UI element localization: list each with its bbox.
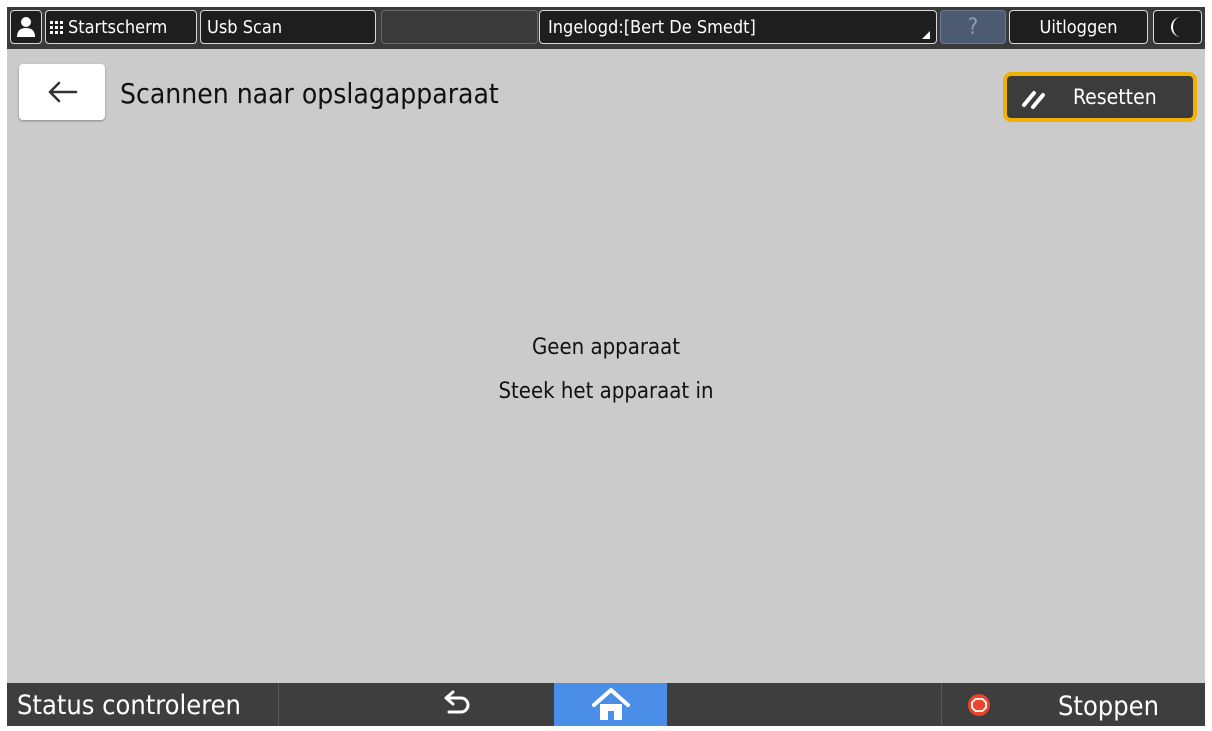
home-screen-button[interactable]: Startscherm (45, 10, 197, 44)
return-button[interactable] (437, 689, 477, 721)
back-arrow-icon (48, 81, 78, 103)
moon-icon (1170, 17, 1181, 37)
grid-icon (50, 20, 63, 34)
help-button[interactable]: ? (940, 10, 1006, 44)
insert-device-message: Steek het apparaat in (498, 379, 714, 404)
login-label: Ingelogd:[Bert De Smedt] (548, 16, 756, 38)
logout-button[interactable]: Uitloggen (1009, 10, 1148, 44)
bottom-bar: Status controleren Stoppen (7, 683, 1205, 726)
reset-icon (1022, 91, 1045, 109)
help-icon: ? (967, 14, 979, 40)
usb-scan-tab[interactable]: Usb Scan (200, 10, 376, 44)
logout-label: Uitloggen (1039, 16, 1118, 38)
usb-scan-label: Usb Scan (207, 16, 283, 38)
user-button[interactable] (10, 10, 42, 44)
home-button[interactable] (554, 683, 667, 726)
user-icon (17, 17, 35, 37)
return-icon (444, 690, 470, 714)
reset-label: Resetten (1073, 85, 1157, 109)
login-status-button[interactable]: Ingelogd:[Bert De Smedt] (539, 10, 937, 44)
empty-tab-slot (381, 10, 538, 44)
reset-button[interactable]: Resetten (1003, 72, 1197, 122)
main-panel: Scannen naar opslagapparaat Resetten Gee… (7, 49, 1205, 683)
top-bar: Startscherm Usb Scan Ingelogd:[Bert De S… (7, 7, 1205, 49)
energy-saver-button[interactable] (1153, 10, 1202, 44)
no-device-message: Geen apparaat (531, 335, 681, 360)
back-button[interactable] (19, 64, 105, 120)
stop-label: Stoppen (1058, 691, 1159, 722)
home-screen-label: Startscherm (68, 16, 168, 38)
check-status-button[interactable]: Status controleren (7, 683, 279, 726)
expand-corner-icon (922, 31, 930, 39)
stop-icon (968, 694, 990, 716)
page-title: Scannen naar opslagapparaat (120, 77, 499, 110)
home-icon (591, 687, 630, 720)
stop-button[interactable]: Stoppen (941, 683, 1206, 726)
